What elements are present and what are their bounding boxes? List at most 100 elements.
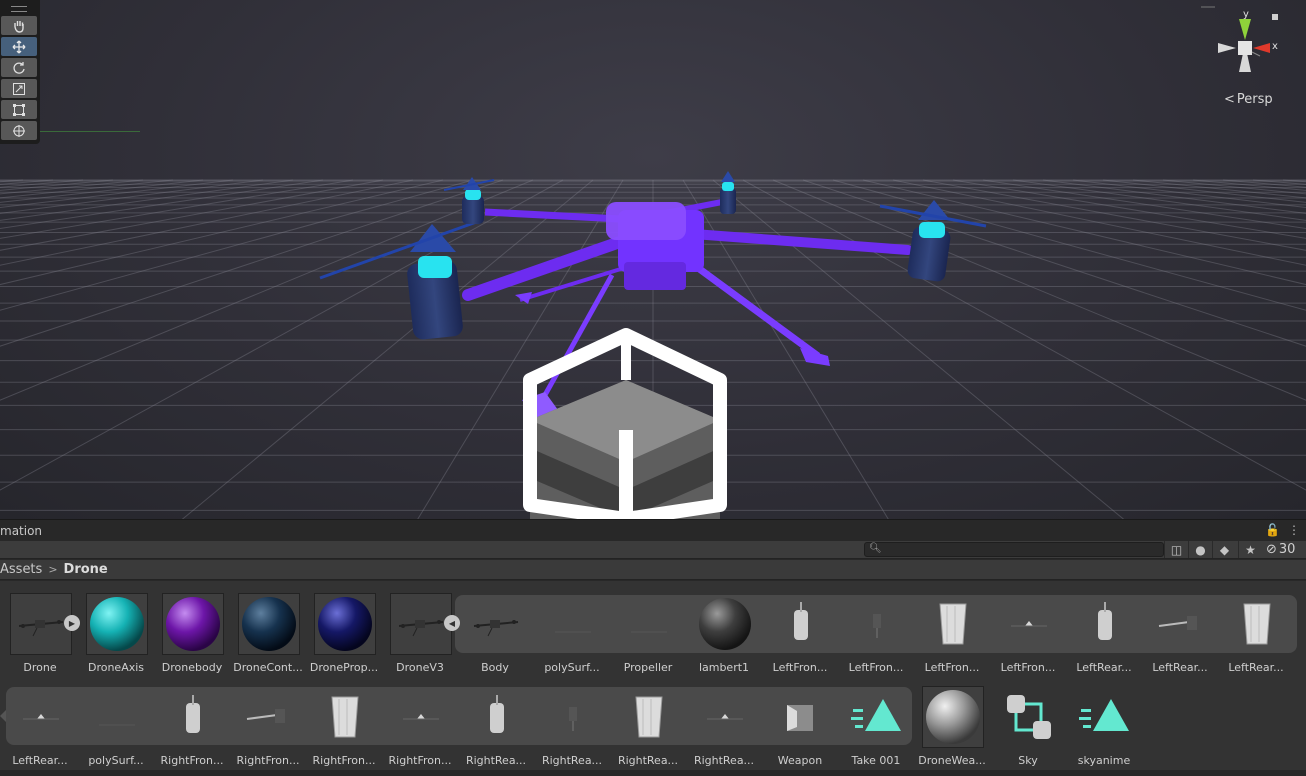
- asset-thumbnail: [998, 686, 1060, 748]
- panel-menu-icon[interactable]: ⋮: [1288, 523, 1300, 537]
- asset-item[interactable]: Take 001: [838, 686, 914, 776]
- asset-item[interactable]: Propeller: [610, 593, 686, 683]
- move-icon: [12, 40, 26, 53]
- asset-thumbnail: [542, 686, 604, 748]
- lock-icon[interactable]: [1272, 14, 1278, 20]
- asset-item[interactable]: LeftRear...: [1142, 593, 1218, 683]
- asset-label: RightRea...: [465, 754, 527, 767]
- eye-slash-icon: ⊘: [1266, 542, 1277, 557]
- asset-item[interactable]: lambert1: [686, 593, 762, 683]
- expand-drone-button[interactable]: ▶: [64, 615, 80, 631]
- hidden-packages-toggle[interactable]: ⊘ 30: [1266, 542, 1295, 557]
- label-tag-icon[interactable]: ◆: [1212, 541, 1236, 558]
- asset-label: DroneProp...: [309, 661, 379, 674]
- project-toolbar: 🔍︎ ◫ ● ◆ ★ ⊘ 30: [0, 541, 1306, 559]
- asset-item[interactable]: RightFron...: [230, 686, 306, 776]
- search-icon: 🔍︎: [869, 543, 882, 554]
- asset-thumbnail: [1226, 593, 1288, 655]
- asset-label: DroneV3: [396, 661, 444, 674]
- asset-item[interactable]: RightRea...: [610, 686, 686, 776]
- toolbox-grip[interactable]: [11, 6, 27, 12]
- asset-item[interactable]: DroneCont...: [230, 593, 306, 683]
- asset-thumbnail: [314, 593, 376, 655]
- asset-thumbnail: [922, 593, 984, 655]
- search-field[interactable]: 🔍︎: [864, 542, 1164, 557]
- asset-label: LeftFron...: [924, 661, 980, 674]
- asset-item[interactable]: DroneProp...: [306, 593, 382, 683]
- rect-tool-button[interactable]: [1, 100, 37, 119]
- asset-item[interactable]: Drone: [2, 593, 78, 683]
- scene-canvas[interactable]: [0, 0, 1306, 519]
- asset-item[interactable]: RightRea...: [534, 686, 610, 776]
- asset-thumbnail: [770, 593, 832, 655]
- asset-thumbnail: [86, 686, 148, 748]
- collapse-dronev3-button[interactable]: ◀: [444, 615, 460, 631]
- asset-item[interactable]: Weapon: [762, 686, 838, 776]
- asset-item[interactable]: LeftFron...: [990, 593, 1066, 683]
- asset-label: RightRea...: [617, 754, 679, 767]
- asset-item[interactable]: skyanime: [1066, 686, 1142, 776]
- asset-item[interactable]: Dronebody: [154, 593, 230, 683]
- asset-label: DroneWea...: [918, 754, 986, 767]
- asset-item[interactable]: DroneV3: [382, 593, 458, 683]
- asset-item[interactable]: LeftRear...: [1066, 593, 1142, 683]
- asset-item[interactable]: RightFron...: [154, 686, 230, 776]
- hand-tool-button[interactable]: [1, 16, 37, 35]
- asset-item[interactable]: DroneWea...: [914, 686, 990, 776]
- asset-item[interactable]: DroneAxis: [78, 593, 154, 683]
- asset-item[interactable]: polySurf...: [534, 593, 610, 683]
- breadcrumb: Assets > Drone: [0, 560, 1306, 580]
- asset-label: RightRea...: [693, 754, 755, 767]
- asset-item[interactable]: LeftRear...: [2, 686, 78, 776]
- asset-thumbnail: [390, 686, 452, 748]
- unity-logo: [523, 328, 727, 519]
- asset-thumbnail: [618, 593, 680, 655]
- asset-item[interactable]: LeftFron...: [838, 593, 914, 683]
- breadcrumb-drone[interactable]: Drone: [64, 562, 108, 577]
- asset-item[interactable]: RightRea...: [458, 686, 534, 776]
- filter-type-icon[interactable]: ●: [1188, 541, 1212, 558]
- asset-item[interactable]: LeftFron...: [762, 593, 838, 683]
- asset-label: LeftRear...: [1228, 661, 1284, 674]
- asset-label: LeftRear...: [12, 754, 68, 767]
- asset-item[interactable]: RightFron...: [306, 686, 382, 776]
- transform-tool-button[interactable]: [1, 121, 37, 140]
- favorite-star-icon[interactable]: ★: [1238, 541, 1262, 558]
- asset-thumbnail: [10, 593, 72, 655]
- search-by-type-icon[interactable]: ◫: [1164, 541, 1188, 558]
- asset-thumbnail: [542, 593, 604, 655]
- projection-toggle[interactable]: < Persp: [1224, 92, 1273, 107]
- asset-thumbnail: [922, 686, 984, 748]
- panel-lock-icon[interactable]: 🔓: [1265, 523, 1280, 537]
- breadcrumb-chevron-icon: >: [48, 563, 58, 576]
- asset-label: LeftFron...: [772, 661, 828, 674]
- scene-view[interactable]: y x < Persp: [0, 0, 1306, 519]
- asset-item[interactable]: RightFron...: [382, 686, 458, 776]
- asset-label: Weapon: [777, 754, 823, 767]
- rect-icon: [13, 103, 25, 116]
- asset-item[interactable]: polySurf...: [78, 686, 154, 776]
- asset-thumbnail: [86, 593, 148, 655]
- asset-thumbnail: [846, 686, 908, 748]
- hidden-count: 30: [1278, 542, 1296, 557]
- asset-thumbnail: [314, 686, 376, 748]
- asset-item[interactable]: Body: [457, 593, 533, 683]
- asset-thumbnail: [1074, 593, 1136, 655]
- asset-item[interactable]: LeftRear...: [1218, 593, 1294, 683]
- rotate-tool-button[interactable]: [1, 58, 37, 77]
- asset-label: LeftRear...: [1152, 661, 1208, 674]
- axis-line: [40, 131, 140, 132]
- breadcrumb-assets[interactable]: Assets: [0, 562, 42, 577]
- asset-thumbnail: [162, 593, 224, 655]
- asset-label: polySurf...: [88, 754, 144, 767]
- move-tool-button[interactable]: [1, 37, 37, 56]
- scale-tool-button[interactable]: [1, 79, 37, 98]
- asset-item[interactable]: Sky: [990, 686, 1066, 776]
- rotate-icon: [13, 61, 25, 74]
- panel-tab[interactable]: mation: [0, 524, 42, 538]
- panel-header: mation 🔓 ⋮: [0, 519, 1306, 541]
- asset-thumbnail: [618, 686, 680, 748]
- asset-item[interactable]: RightRea...: [686, 686, 762, 776]
- asset-thumbnail: [998, 593, 1060, 655]
- asset-item[interactable]: LeftFron...: [914, 593, 990, 683]
